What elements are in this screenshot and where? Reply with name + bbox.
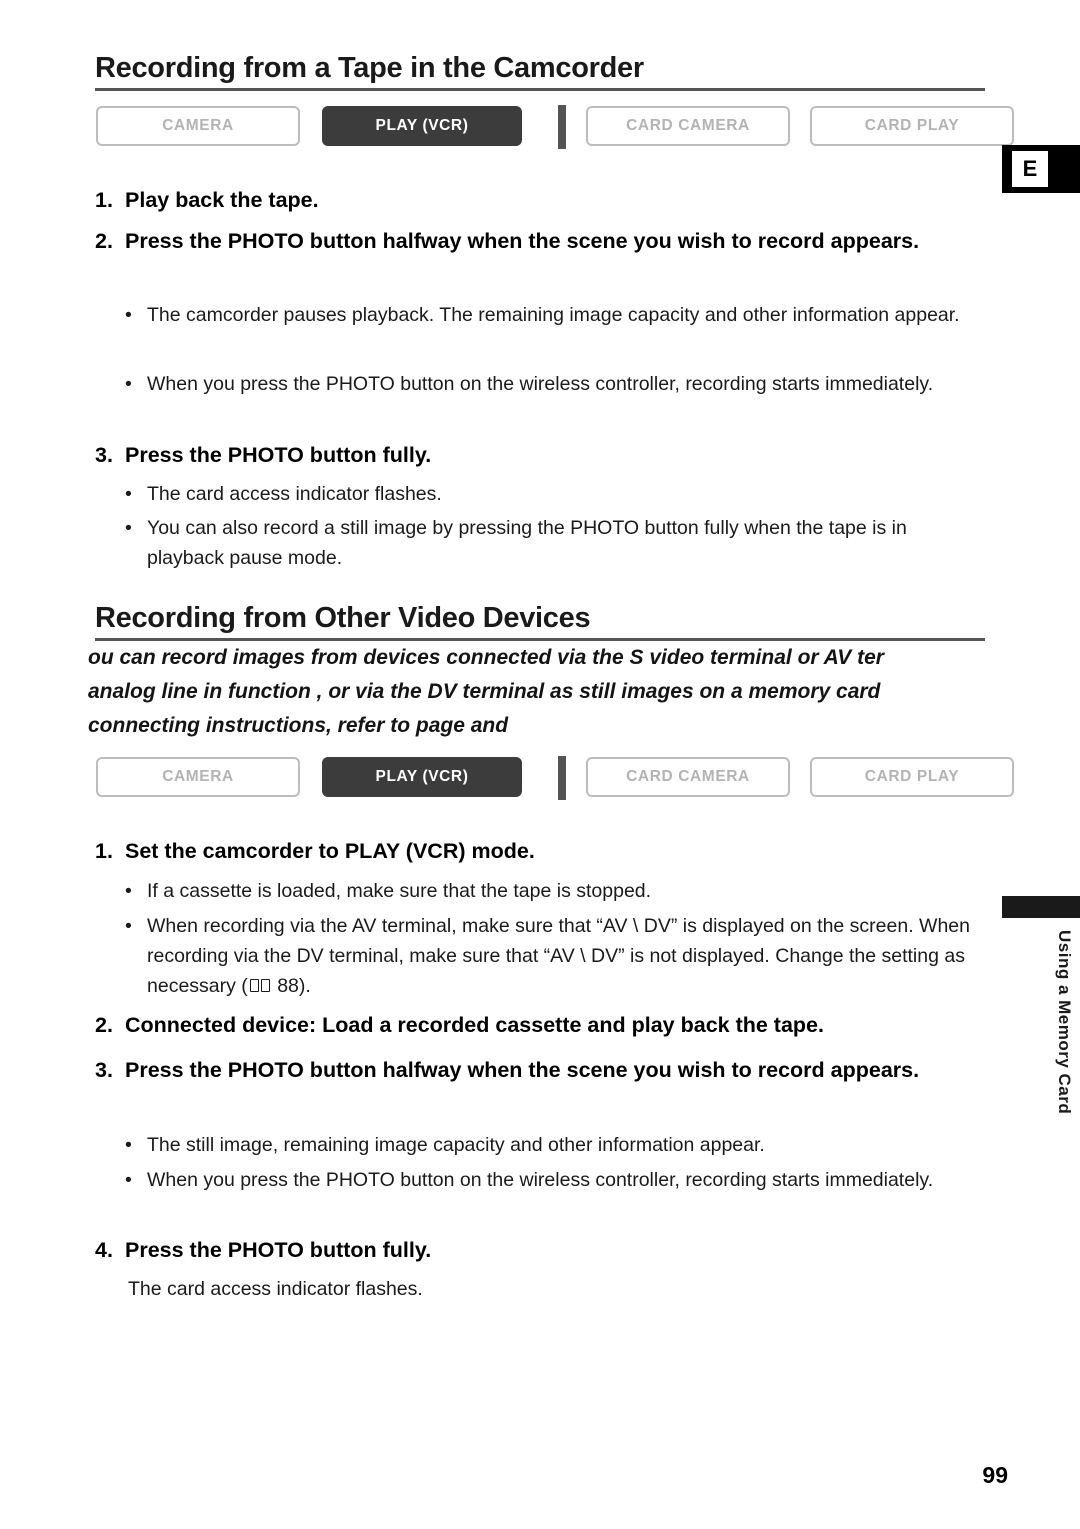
bullet-2-3: • The still image, remaining image capac… [125, 1130, 985, 1160]
page-number: 99 [982, 1462, 1008, 1488]
bullet-text: The card access indicator flashes. [147, 483, 442, 505]
step-number: 3. [95, 443, 113, 467]
mode-button-camera[interactable]: CAMERA [96, 106, 300, 146]
document-page: Recording from a Tape in the Camcorder C… [0, 0, 1080, 1529]
bullet-text: When you press the PHOTO button on the w… [147, 373, 934, 395]
step-text: Connected device: Load a recorded casset… [125, 1013, 824, 1037]
bullet-2-4: • When you press the PHOTO button on the… [125, 1165, 985, 1195]
bullet-dot: • [125, 1169, 132, 1191]
bullet-dot: • [125, 880, 132, 902]
bullet-1-2: • When you press the PHOTO button on the… [125, 369, 985, 399]
mode-button-row-2: CAMERA PLAY (VCR) CARD CAMERA CARD PLAY [96, 756, 1014, 800]
step-2-1: 1. Set the camcorder to PLAY (VCR) mode. [95, 836, 975, 866]
mode-button-row-1: CAMERA PLAY (VCR) CARD CAMERA CARD PLAY [96, 105, 1014, 149]
section-heading-2: Recording from Other Video Devices [95, 602, 591, 634]
book-reference-icon [249, 979, 270, 994]
step-1-2: 2. Press the PHOTO button halfway when th… [95, 226, 975, 256]
step-2-2: 2. Connected device: Load a recorded cass… [95, 1010, 975, 1040]
bullet-reference-suffix: 88). [271, 975, 311, 997]
mode-button-card-camera[interactable]: CARD CAMERA [586, 757, 790, 797]
final-note-text: The card access indicator flashes. [128, 1278, 423, 1300]
step-text: Set the camcorder to PLAY (VCR) mode. [125, 839, 535, 863]
mode-button-play-vcr[interactable]: PLAY (VCR) [322, 757, 522, 797]
bullet-1-3: • The card access indicator flashes. [125, 479, 985, 509]
section-2-intro: ou can record images from devices connec… [88, 641, 1080, 743]
step-text: Press the PHOTO button fully. [125, 443, 432, 467]
intro-line-1: ou can record images from devices connec… [88, 646, 884, 669]
step-number: 1. [95, 839, 113, 863]
bullet-2-2: • When recording via the AV terminal, ma… [125, 911, 980, 1001]
bullet-1-4: • You can also record a still image by p… [125, 513, 985, 573]
bullet-dot: • [125, 373, 132, 395]
bullet-dot: • [125, 915, 132, 937]
intro-line-2: analog line in function , or via the DV … [88, 680, 881, 703]
mode-separator [558, 756, 566, 800]
step-number: 4. [95, 1238, 113, 1262]
step-text: Press the PHOTO button halfway when the … [125, 229, 920, 253]
bullet-text: You can also record a still image by pre… [147, 517, 907, 569]
mode-separator [558, 105, 566, 149]
intro-line-3: connecting instructions, refer to page a… [88, 714, 509, 737]
step-1-3: 3. Press the PHOTO button fully. [95, 440, 975, 470]
edge-language-tab: E [1002, 145, 1080, 193]
bullet-text: If a cassette is loaded, make sure that … [147, 880, 652, 902]
bullet-text: The camcorder pauses playback. The remai… [147, 304, 960, 326]
running-head-vertical: Using a Memory Card [1055, 930, 1074, 1115]
step-1-1: 1. Play back the tape. [95, 185, 975, 215]
step-2-3: 3. Press the PHOTO button halfway when th… [95, 1055, 975, 1085]
step-2-4: 4. Press the PHOTO button fully. [95, 1235, 975, 1265]
bullet-text: When you press the PHOTO button on the w… [147, 1169, 934, 1191]
edge-section-marker [1002, 896, 1080, 918]
heading-rule-1 [95, 88, 985, 91]
step-text: Press the PHOTO button halfway when the … [125, 1058, 920, 1082]
mode-button-camera[interactable]: CAMERA [96, 757, 300, 797]
bullet-dot: • [125, 517, 132, 539]
edge-language-tab-label: E [1010, 149, 1050, 189]
step-text: Play back the tape. [125, 188, 319, 212]
final-note: The card access indicator flashes. [128, 1274, 988, 1304]
mode-button-card-camera[interactable]: CARD CAMERA [586, 106, 790, 146]
mode-button-card-play[interactable]: CARD PLAY [810, 757, 1014, 797]
bullet-dot: • [125, 304, 132, 326]
bullet-dot: • [125, 483, 132, 505]
bullet-1-1: • The camcorder pauses playback. The rem… [125, 300, 985, 330]
step-number: 2. [95, 1013, 113, 1037]
mode-button-play-vcr[interactable]: PLAY (VCR) [322, 106, 522, 146]
bullet-text: When recording via the AV terminal, make… [147, 911, 980, 1001]
step-number: 1. [95, 188, 113, 212]
bullet-2-1: • If a cassette is loaded, make sure tha… [125, 876, 985, 906]
bullet-text-main: When recording via the AV terminal, make… [147, 915, 970, 997]
step-number: 3. [95, 1058, 113, 1082]
bullet-dot: • [125, 1134, 132, 1156]
step-number: 2. [95, 229, 113, 253]
step-text: Press the PHOTO button fully. [125, 1238, 432, 1262]
section-heading-1: Recording from a Tape in the Camcorder [95, 52, 644, 84]
bullet-text: The still image, remaining image capacit… [147, 1134, 765, 1156]
mode-button-card-play[interactable]: CARD PLAY [810, 106, 1014, 146]
